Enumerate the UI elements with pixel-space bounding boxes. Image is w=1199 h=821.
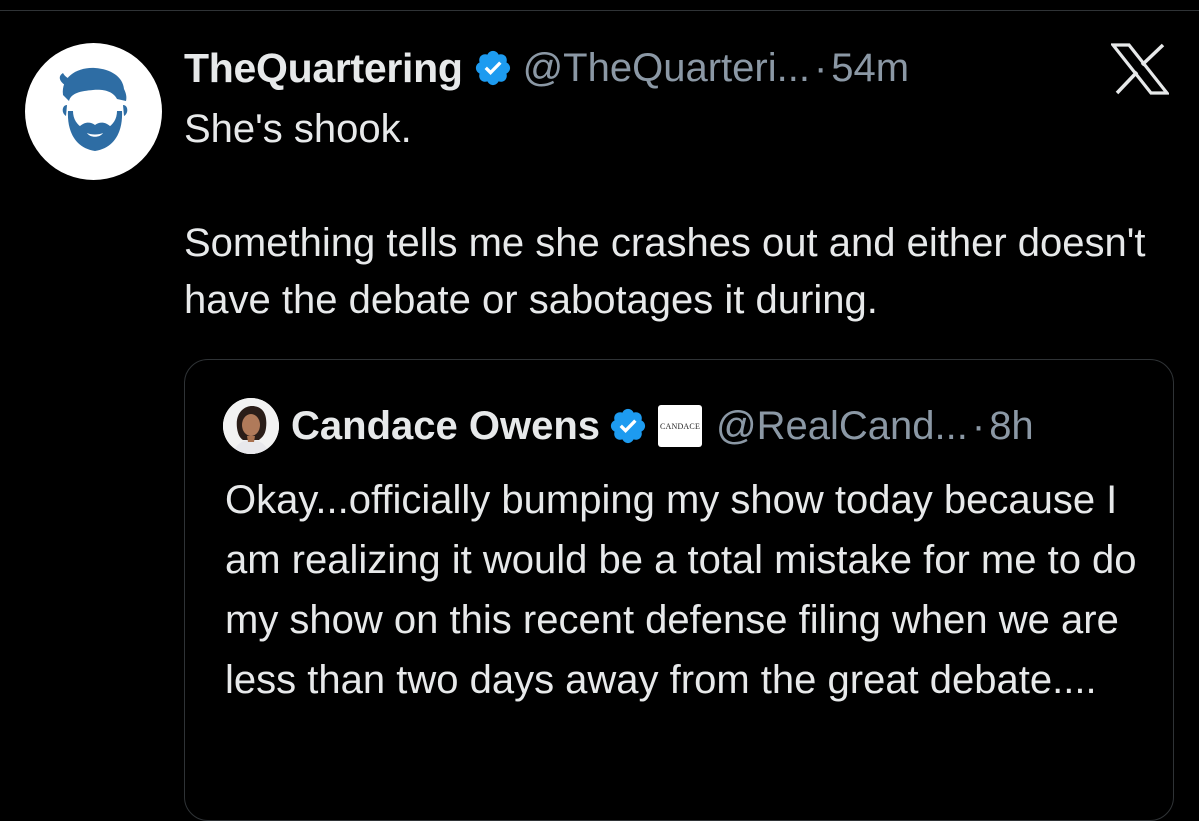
tweet-timestamp[interactable]: 54m [831,46,909,91]
bearded-man-avatar-icon [59,67,128,151]
affiliate-badge[interactable]: CANDACE [658,405,703,447]
tweet-header: TheQuartering @TheQuarteri... · 54m [184,40,909,96]
separator-dot: · [813,45,828,90]
quoted-author-avatar[interactable] [223,398,279,454]
verified-badge-icon [610,408,646,444]
quoted-author-handle[interactable]: @RealCand... [716,404,968,449]
quoted-tweet-body: Okay...officially bumping my show today … [225,478,1137,702]
top-divider [0,10,1199,11]
quoted-tweet-timestamp[interactable]: 8h [989,404,1034,449]
author-avatar[interactable] [25,43,162,180]
verified-badge-icon [475,50,510,86]
author-handle[interactable]: @TheQuarteri... [523,46,810,91]
x-logo-icon [1111,43,1169,95]
quoted-author-display-name[interactable]: Candace Owens [291,404,600,449]
quoted-tweet-header: Candace Owens CANDACE @RealCand... · 8h [223,395,1034,457]
author-display-name[interactable]: TheQuartering [184,45,463,92]
woman-portrait-avatar-icon [223,398,279,454]
tweet-paragraph: Something tells me she crashes out and e… [184,221,1146,322]
separator-dot: · [971,403,986,448]
tweet-body: She's shook. Something tells me she cras… [184,101,1174,329]
quoted-tweet-card[interactable]: Candace Owens CANDACE @RealCand... · 8h … [184,359,1174,821]
tweet-paragraph: She's shook. [184,107,412,151]
